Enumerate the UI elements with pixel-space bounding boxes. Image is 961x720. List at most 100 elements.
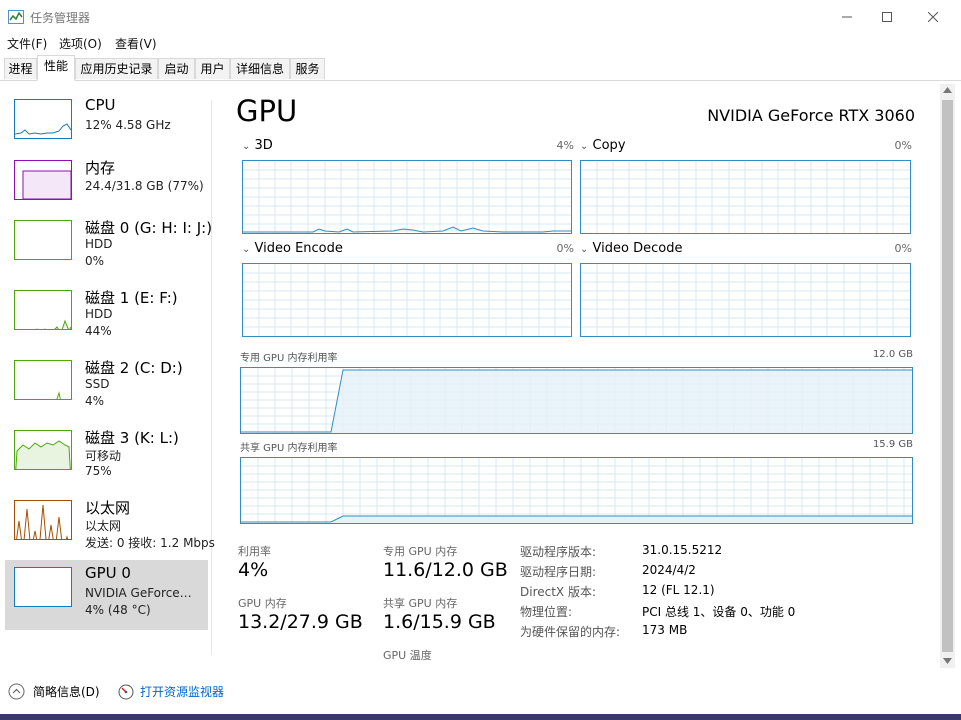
engine-select-3d[interactable]: ⌄ 3D — [242, 138, 273, 153]
chevron-up-circle-icon — [8, 683, 25, 700]
gpu-temperature-label: GPU 温度 — [383, 649, 432, 662]
close-button[interactable] — [910, 0, 956, 34]
engine-graph-video-decode — [580, 263, 911, 337]
reserved-memory-value: 173 MB — [642, 623, 688, 637]
menu-view[interactable]: 查看(V) — [115, 35, 157, 52]
dedicated-gpu-memory-value: 11.6/12.0 GB — [383, 559, 508, 581]
sidebar-item-detail: 发送: 0 接收: 1.2 Mbps — [85, 536, 215, 550]
sidebar-item-detail: 12% 4.58 GHz — [85, 118, 171, 132]
tab-app-history[interactable]: 应用历史记录 — [75, 58, 158, 79]
shared-memory-max: 15.9 GB — [872, 439, 913, 450]
tab-users[interactable]: 用户 — [195, 58, 230, 79]
page-title: GPU — [236, 94, 298, 128]
sidebar-item-detail: 44% — [85, 324, 112, 338]
dedicated-memory-graph-plot — [241, 368, 912, 433]
sidebar-item-gpu-0[interactable]: GPU 0 NVIDIA GeForce… 4% (48 °C) — [5, 560, 208, 630]
engine-percent: 0% — [556, 242, 574, 255]
reserved-memory-key: 为硬件保留的内存: — [520, 625, 621, 639]
memory-thumbnail — [14, 160, 72, 200]
sidebar-item-ethernet[interactable]: 以太网 以太网 发送: 0 接收: 1.2 Mbps — [5, 493, 215, 563]
sidebar-item-type: HDD — [85, 307, 113, 321]
driver-date-value: 2024/4/2 — [642, 563, 696, 577]
engine-graph-video-encode — [242, 263, 572, 337]
cpu-thumbnail — [14, 99, 72, 139]
window-title: 任务管理器 — [30, 11, 91, 25]
engine-select-video-decode[interactable]: ⌄ Video Decode — [580, 241, 682, 256]
ethernet-thumbnail — [14, 500, 72, 540]
physical-location-value: PCI 总线 1、设备 0、功能 0 — [642, 605, 796, 619]
sidebar-item-title: 以太网 — [85, 499, 131, 517]
sidebar-item-title: 磁盘 2 (C: D:) — [85, 359, 183, 377]
close-icon — [928, 12, 938, 22]
open-resource-monitor-link[interactable]: 打开资源监视器 — [118, 683, 224, 700]
tab-performance[interactable]: 性能 — [37, 55, 75, 81]
vertical-scrollbar[interactable] — [940, 84, 955, 668]
sidebar-item-title: CPU — [85, 96, 116, 114]
sidebar-item-disk-2[interactable]: 磁盘 2 (C: D:) SSD 4% — [5, 353, 208, 423]
engine-label: Video Encode — [254, 241, 343, 256]
fewer-details-button[interactable]: 简略信息(D) — [8, 683, 100, 700]
sidebar-item-detail: 4% — [85, 394, 105, 408]
engine-label: Copy — [592, 138, 626, 153]
gpu-memory-label: GPU 内存 — [238, 597, 287, 610]
sidebar-item-detail: 4% (48 °C) — [85, 603, 151, 617]
tab-details[interactable]: 详细信息 — [230, 58, 290, 79]
sidebar-item-disk-3[interactable]: 磁盘 3 (K: L:) 可移动 75% — [5, 423, 208, 493]
sidebar-item-cpu[interactable]: CPU 12% 4.58 GHz — [5, 92, 208, 162]
sidebar-item-type: NVIDIA GeForce… — [85, 586, 192, 600]
engine-graph-3d-plot — [243, 161, 571, 233]
dedicated-memory-label: 专用 GPU 内存利用率 — [240, 353, 338, 364]
resource-sidebar: CPU 12% 4.58 GHz 内存 24.4/31.8 GB (77%) 磁… — [0, 92, 215, 662]
sidebar-item-type: 可移动 — [85, 449, 122, 463]
minimize-icon — [842, 16, 852, 18]
tab-processes[interactable]: 进程 — [4, 58, 37, 79]
menu-options[interactable]: 选项(O) — [59, 35, 102, 52]
shared-memory-graph — [240, 457, 913, 524]
utilization-label: 利用率 — [238, 545, 271, 558]
utilization-value: 4% — [238, 559, 269, 581]
sidebar-item-title: 磁盘 1 (E: F:) — [85, 289, 178, 307]
engine-percent: 0% — [894, 139, 912, 152]
sidebar-item-title: GPU 0 — [85, 564, 131, 582]
disk-1-thumbnail — [14, 290, 72, 330]
engine-label: 3D — [254, 138, 273, 153]
gpu-0-thumbnail — [14, 567, 72, 607]
gpu-model-name: NVIDIA GeForce RTX 3060 — [707, 106, 915, 125]
title-bar: 任务管理器 — [0, 0, 961, 34]
sidebar-item-type: HDD — [85, 237, 113, 251]
sidebar-item-detail: 0% — [85, 254, 105, 268]
engine-select-copy[interactable]: ⌄ Copy — [580, 138, 626, 153]
gpu-detail-panel: GPU NVIDIA GeForce RTX 3060 ⌄ 3D 4% ⌄ Co… — [226, 92, 938, 662]
sidebar-item-disk-0[interactable]: 磁盘 0 (G: H: I: J:) HDD 0% — [5, 213, 212, 283]
driver-date-key: 驱动程序日期: — [520, 565, 597, 579]
disk-0-thumbnail — [14, 220, 72, 260]
engine-label: Video Decode — [592, 241, 683, 256]
status-bar: 简略信息(D) 打开资源监视器 — [0, 676, 961, 706]
sidebar-item-title: 磁盘 0 (G: H: I: J:) — [85, 219, 213, 237]
chevron-down-icon: ⌄ — [580, 244, 589, 255]
scroll-up-icon[interactable] — [943, 87, 952, 93]
open-resource-monitor-label: 打开资源监视器 — [140, 685, 225, 699]
sidebar-item-disk-1[interactable]: 磁盘 1 (E: F:) HDD 44% — [5, 283, 208, 353]
sidebar-item-detail: 24.4/31.8 GB (77%) — [85, 179, 204, 193]
gpu-memory-value: 13.2/27.9 GB — [238, 611, 363, 633]
sidebar-item-detail: 75% — [85, 464, 112, 478]
scrollbar-thumb[interactable] — [942, 100, 953, 652]
driver-version-key: 驱动程序版本: — [520, 545, 597, 559]
tab-services[interactable]: 服务 — [290, 58, 325, 79]
engine-select-video-encode[interactable]: ⌄ Video Encode — [242, 241, 343, 256]
sidebar-item-title: 磁盘 3 (K: L:) — [85, 429, 179, 447]
scroll-down-icon[interactable] — [943, 658, 952, 664]
chevron-down-icon: ⌄ — [242, 141, 251, 152]
task-manager-icon — [8, 10, 24, 24]
engine-graph-3d — [242, 160, 572, 234]
tab-startup[interactable]: 启动 — [158, 58, 195, 79]
dedicated-gpu-memory-label: 专用 GPU 内存 — [383, 545, 458, 558]
window-bottom-border — [0, 714, 961, 720]
shared-memory-label: 共享 GPU 内存利用率 — [240, 443, 338, 454]
maximize-button[interactable] — [864, 0, 910, 34]
menu-file[interactable]: 文件(F) — [7, 35, 47, 52]
engine-graph-copy-plot — [581, 161, 910, 233]
fewer-details-label: 简略信息(D) — [33, 685, 100, 699]
engine-percent: 0% — [894, 242, 912, 255]
